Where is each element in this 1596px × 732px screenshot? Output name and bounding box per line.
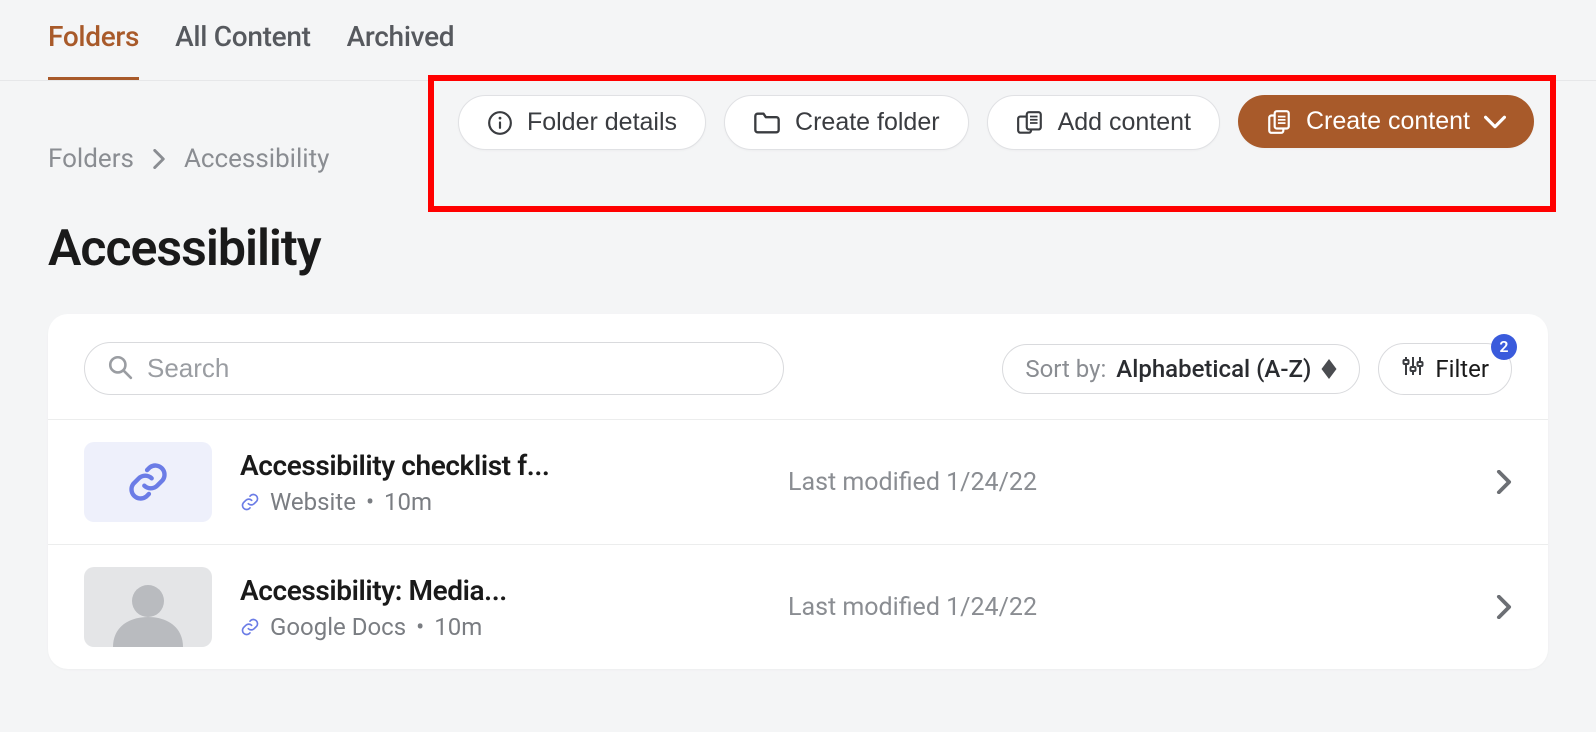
item-subtitle: Google Docs • 10m bbox=[240, 613, 760, 641]
link-icon bbox=[240, 617, 260, 637]
document-icon bbox=[1266, 109, 1292, 135]
filter-badge: 2 bbox=[1491, 334, 1517, 360]
item-duration: 10m bbox=[384, 488, 432, 516]
folder-icon bbox=[753, 110, 781, 136]
header-row: Folders Accessibility Folder details Cre… bbox=[0, 81, 1596, 212]
item-modified: Last modified 1/24/22 bbox=[788, 593, 1468, 622]
item-modified: Last modified 1/24/22 bbox=[788, 468, 1468, 497]
create-content-button[interactable]: Create content bbox=[1238, 95, 1534, 148]
tab-archived[interactable]: Archived bbox=[347, 20, 455, 80]
actions-highlight-box: Folder details Create folder Add content bbox=[428, 75, 1556, 212]
sort-dropdown[interactable]: Sort by: Alphabetical (A-Z) bbox=[1002, 344, 1360, 394]
add-content-button[interactable]: Add content bbox=[987, 95, 1220, 150]
chevron-right-icon bbox=[1496, 470, 1512, 494]
row-main: Accessibility checklist f... Website • 1… bbox=[240, 449, 760, 516]
breadcrumb-root[interactable]: Folders bbox=[48, 144, 134, 174]
search-field-wrap[interactable] bbox=[84, 342, 784, 395]
dot-separator: • bbox=[366, 488, 374, 516]
create-folder-label: Create folder bbox=[795, 108, 940, 137]
row-main: Accessibility: Media... Google Docs • 10… bbox=[240, 574, 760, 641]
sliders-icon bbox=[1401, 354, 1425, 384]
item-source: Website bbox=[270, 488, 356, 516]
search-icon bbox=[107, 354, 133, 384]
item-title: Accessibility checklist f... bbox=[240, 449, 760, 482]
item-source: Google Docs bbox=[270, 613, 406, 641]
tab-folders[interactable]: Folders bbox=[48, 20, 139, 80]
page-title: Accessibility bbox=[0, 212, 1596, 302]
list-item[interactable]: Accessibility checklist f... Website • 1… bbox=[48, 419, 1548, 544]
create-folder-button[interactable]: Create folder bbox=[724, 95, 969, 150]
chevron-right-icon bbox=[1496, 595, 1512, 619]
chevron-down-icon bbox=[1484, 115, 1506, 129]
thumbnail-link bbox=[84, 442, 212, 522]
dot-separator: • bbox=[416, 613, 424, 641]
add-content-label: Add content bbox=[1058, 108, 1191, 137]
sort-prefix: Sort by: bbox=[1025, 355, 1106, 383]
chevron-right-icon bbox=[152, 149, 166, 169]
folder-details-button[interactable]: Folder details bbox=[458, 95, 706, 150]
item-title: Accessibility: Media... bbox=[240, 574, 760, 607]
tab-all-content[interactable]: All Content bbox=[175, 20, 310, 80]
tabs-bar: Folders All Content Archived bbox=[0, 0, 1596, 81]
item-subtitle: Website • 10m bbox=[240, 488, 760, 516]
add-content-icon bbox=[1016, 110, 1044, 136]
content-card: Sort by: Alphabetical (A-Z) Filter 2 bbox=[48, 314, 1548, 669]
link-icon bbox=[240, 492, 260, 512]
sort-value: Alphabetical (A-Z) bbox=[1116, 355, 1311, 383]
breadcrumb: Folders Accessibility bbox=[48, 144, 329, 174]
item-duration: 10m bbox=[434, 613, 482, 641]
folder-details-label: Folder details bbox=[527, 108, 677, 137]
create-content-label: Create content bbox=[1306, 107, 1470, 136]
breadcrumb-current[interactable]: Accessibility bbox=[184, 144, 330, 174]
filter-button[interactable]: Filter 2 bbox=[1378, 343, 1512, 395]
info-icon bbox=[487, 110, 513, 136]
sort-arrows-icon bbox=[1321, 359, 1337, 379]
card-controls: Sort by: Alphabetical (A-Z) Filter 2 bbox=[48, 314, 1548, 419]
search-input[interactable] bbox=[147, 353, 761, 384]
thumbnail-avatar bbox=[84, 567, 212, 647]
list-item[interactable]: Accessibility: Media... Google Docs • 10… bbox=[48, 544, 1548, 669]
filter-label: Filter bbox=[1435, 355, 1489, 383]
